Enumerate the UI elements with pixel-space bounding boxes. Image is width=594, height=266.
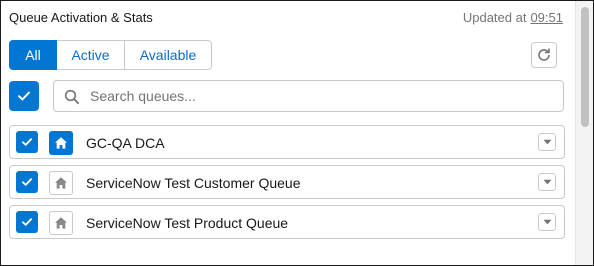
updated-at: Updated at 09:51 [463, 10, 563, 25]
check-icon [21, 218, 33, 226]
chevron-down-icon [543, 179, 551, 185]
select-all-checkbox[interactable] [9, 81, 39, 111]
updated-time-link[interactable]: 09:51 [530, 10, 563, 25]
filter-tabs: All Active Available [9, 40, 212, 70]
queue-checkbox[interactable] [16, 171, 38, 193]
row-actions-dropdown[interactable] [538, 173, 556, 191]
home-icon [55, 177, 67, 189]
scrollbar-thumb[interactable] [581, 7, 589, 127]
queue-name: GC-QA DCA [86, 135, 165, 151]
queue-activation-panel: Queue Activation & Stats Updated at 09:51… [0, 0, 594, 266]
list-item: GC-QA DCA [9, 125, 565, 159]
home-queue-button[interactable] [49, 171, 73, 195]
home-icon [55, 217, 67, 229]
check-icon [21, 178, 33, 186]
chevron-down-icon [543, 219, 551, 225]
queue-name: ServiceNow Test Product Queue [86, 215, 289, 231]
search-input[interactable] [90, 82, 550, 110]
refresh-icon [538, 48, 550, 61]
queue-checkbox[interactable] [16, 211, 38, 233]
row-actions-dropdown[interactable] [538, 133, 556, 151]
tab-all[interactable]: All [9, 40, 57, 70]
scrollbar[interactable] [575, 1, 593, 265]
home-icon [55, 137, 67, 149]
queue-name: ServiceNow Test Customer Queue [86, 175, 301, 191]
row-actions-dropdown[interactable] [538, 213, 556, 231]
search-box [53, 80, 564, 112]
check-icon [21, 138, 33, 146]
home-queue-button[interactable] [49, 211, 73, 235]
queue-list: GC-QA DCA ServiceNow Test Customer Queue [9, 125, 565, 245]
chevron-down-icon [543, 139, 551, 145]
list-item: ServiceNow Test Customer Queue [9, 165, 565, 199]
list-item: ServiceNow Test Product Queue [9, 205, 565, 239]
panel-header: Queue Activation & Stats Updated at 09:51 [9, 10, 563, 28]
check-icon [18, 91, 30, 101]
search-icon [64, 89, 80, 105]
panel-title: Queue Activation & Stats [9, 10, 153, 25]
updated-label: Updated at [462, 10, 527, 25]
home-queue-button[interactable] [49, 131, 73, 155]
tab-available[interactable]: Available [124, 40, 212, 70]
tab-active[interactable]: Active [56, 40, 125, 70]
queue-checkbox[interactable] [16, 131, 38, 153]
refresh-button[interactable] [531, 42, 557, 68]
